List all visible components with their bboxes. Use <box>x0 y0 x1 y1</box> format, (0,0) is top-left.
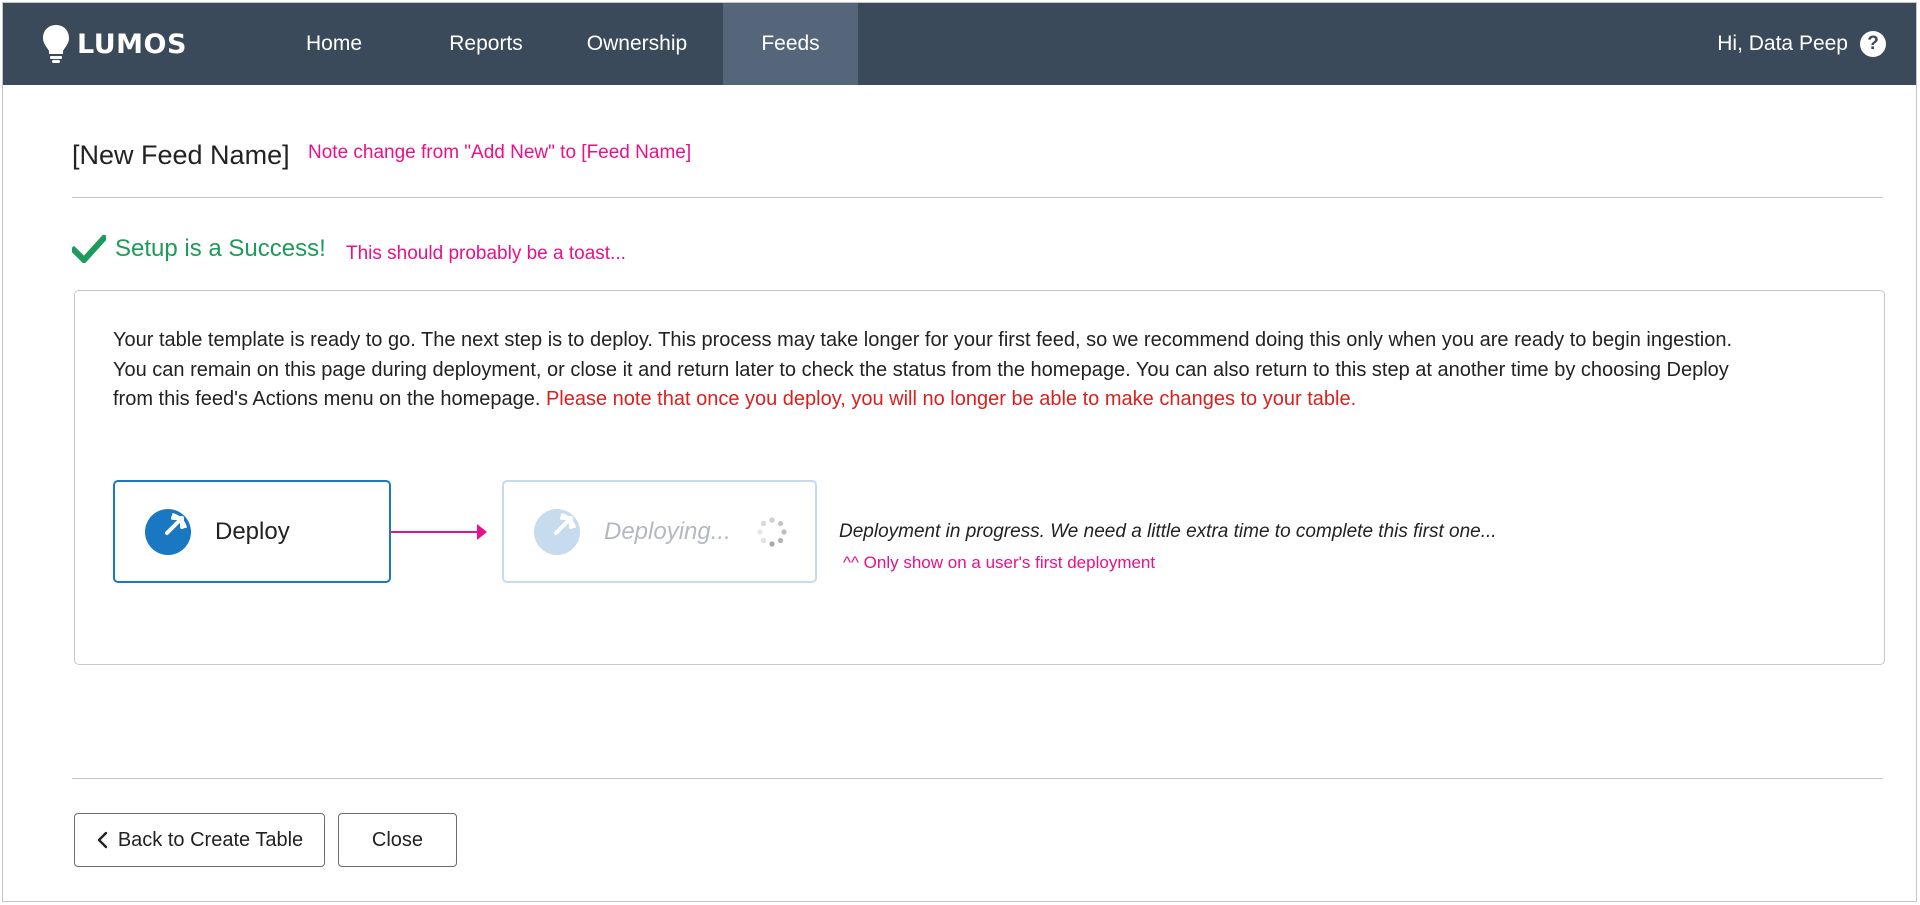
deploy-panel: Your table template is ready to go. The … <box>74 290 1885 665</box>
deploy-label: Deploy <box>215 517 290 545</box>
flow-arrow-icon <box>391 524 487 540</box>
deploy-description: Your table template is ready to go. The … <box>113 326 1733 415</box>
progress-message: Deployment in progress. We need a little… <box>839 521 1497 542</box>
nav-feeds-label: Feeds <box>761 32 820 55</box>
question-circle-icon[interactable]: ? <box>1860 31 1886 57</box>
back-button-label: Back to Create Table <box>117 828 304 851</box>
nav-ownership[interactable]: Ownership <box>568 3 706 85</box>
user-greeting: Hi, Data Peep <box>1717 32 1848 55</box>
close-button-label: Close <box>371 828 424 851</box>
spinner-icon <box>757 517 787 547</box>
lightbulb-icon <box>43 25 69 63</box>
header-divider <box>72 197 1883 198</box>
success-text: Setup is a Success! <box>115 235 326 262</box>
warning-text: Please note that once you deploy, you wi… <box>545 388 1357 410</box>
deploy-icon <box>145 508 191 555</box>
annotation-toast-note: This should probably be a toast... <box>346 243 626 264</box>
deploying-label: Deploying... <box>604 517 731 545</box>
annotation-first-deploy-note: ^^ Only show on a user's first deploymen… <box>843 553 1156 572</box>
close-button[interactable]: Close <box>338 813 457 867</box>
nav-ownership-label: Ownership <box>586 32 688 55</box>
logo-text: LUMOS <box>77 28 187 60</box>
nav-feeds[interactable]: Feeds <box>723 3 858 85</box>
nav-reports-label: Reports <box>449 32 523 55</box>
nav-reports[interactable]: Reports <box>425 3 547 85</box>
success-message: Setup is a Success! <box>72 235 326 263</box>
nav-home-label: Home <box>305 32 363 55</box>
user-menu[interactable]: Hi, Data Peep ? <box>1717 3 1886 85</box>
logo[interactable]: LUMOS <box>41 23 187 65</box>
nav-home[interactable]: Home <box>283 3 385 85</box>
app-window: LUMOS Home Reports Ownership Feeds Hi, D… <box>2 2 1917 902</box>
back-to-create-table-button[interactable]: Back to Create Table <box>74 813 325 867</box>
page-title: [New Feed Name] <box>72 140 290 170</box>
deploy-button[interactable]: Deploy <box>113 480 391 583</box>
top-navbar: LUMOS Home Reports Ownership Feeds Hi, D… <box>3 3 1916 85</box>
footer-divider <box>72 778 1883 779</box>
deploying-state: Deploying... <box>502 480 817 583</box>
check-icon <box>72 235 106 263</box>
chevron-left-icon <box>97 831 108 849</box>
deploy-icon <box>534 508 580 555</box>
annotation-title-note: Note change from "Add New" to [Feed Name… <box>308 142 692 163</box>
